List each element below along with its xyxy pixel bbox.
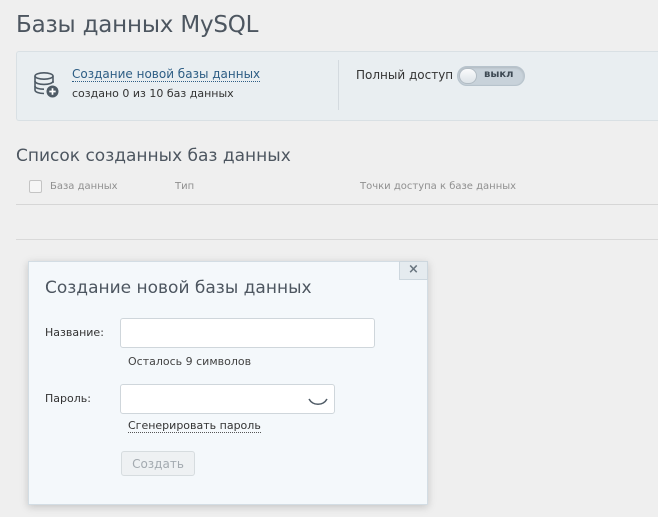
dialog-title: Создание новой базы данных (45, 278, 312, 298)
close-icon[interactable]: × (399, 261, 428, 280)
page-title: Базы данных MySQL (16, 12, 259, 38)
create-database-dialog: × Создание новой базы данных Название: О… (28, 261, 428, 505)
name-label: Название: (45, 326, 104, 339)
list-title: Список созданных баз данных (16, 146, 291, 166)
panel-divider (338, 60, 339, 110)
password-label: Пароль: (45, 392, 91, 405)
full-access-toggle[interactable]: выкл (457, 66, 525, 86)
info-panel: Создание новой базы данных создано 0 из … (16, 51, 658, 121)
database-name-input[interactable] (120, 318, 375, 348)
toggle-knob (459, 68, 477, 84)
name-chars-left: Осталось 9 символов (128, 355, 252, 368)
created-count-text: создано 0 из 10 баз данных (72, 87, 234, 100)
column-header-type[interactable]: Тип (175, 181, 194, 192)
list-divider (16, 239, 658, 240)
column-header-access-points[interactable]: Точки доступа к базе данных (360, 181, 516, 192)
database-add-icon (34, 71, 60, 99)
create-button[interactable]: Создать (121, 451, 195, 476)
create-database-link[interactable]: Создание новой базы данных (72, 67, 261, 82)
eye-closed-icon[interactable] (307, 393, 329, 405)
full-access-label: Полный доступ (356, 68, 454, 82)
password-input[interactable] (120, 384, 335, 414)
column-header-database[interactable]: База данных (50, 181, 118, 192)
generate-password-link[interactable]: Сгенерировать пароль (128, 419, 261, 433)
select-all-checkbox[interactable] (29, 180, 42, 193)
table-header: База данных Тип Точки доступа к базе дан… (16, 174, 658, 205)
toggle-state-label: выкл (484, 69, 514, 80)
